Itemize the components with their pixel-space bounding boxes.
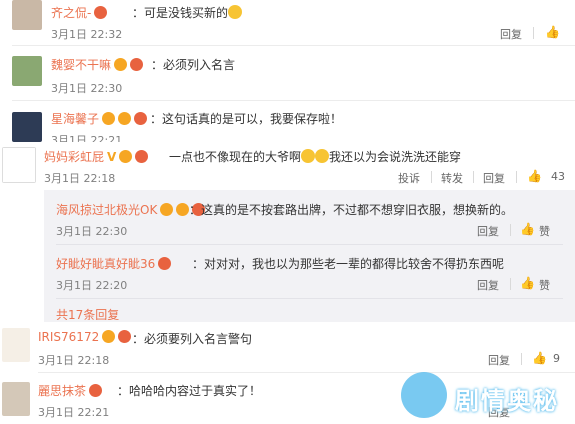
badge-icon [118, 112, 132, 125]
badge-icon [114, 58, 128, 71]
laugh-emoji-icon [301, 149, 316, 163]
comment-time: 3月1日 22:18 [38, 354, 110, 367]
comment-author[interactable]: 星海馨子 [51, 110, 148, 127]
badge-icon [102, 330, 116, 343]
badge-icon [134, 112, 148, 125]
like-label[interactable]: 赞 [539, 277, 550, 293]
laugh-emoji-icon [315, 149, 330, 163]
reply-button[interactable]: 回复 [500, 26, 522, 42]
reply-author[interactable]: 海风掠过北极光OK [56, 201, 206, 218]
reply-button[interactable]: 回复 [477, 223, 499, 239]
like-count: 43 [551, 170, 565, 183]
divider [12, 45, 575, 46]
divider [533, 27, 534, 39]
reply-text: ：对对对，我也以为那些老一辈的都得比较舍不得扔东西呢 [192, 257, 505, 271]
forward-button[interactable]: 转发 [441, 170, 463, 186]
reply-list: 海风掠过北极光OK ：这真的是不按套路出牌，不过都不想穿旧衣服，想换新的。 3月… [44, 190, 575, 322]
avatar[interactable] [2, 147, 36, 183]
comment-text: ：哈哈哈内容过于真实了！ [117, 384, 262, 398]
report-button[interactable]: 投诉 [398, 170, 420, 186]
comment-text: ：可是没钱买新的 [132, 4, 243, 21]
badge-icon [160, 203, 174, 216]
avatar[interactable] [12, 112, 42, 142]
comment-text: ：必须要列入名言警句 [132, 332, 253, 346]
comment-time: 3月1日 22:32 [51, 28, 123, 41]
badge-icon [158, 257, 172, 270]
reply-text: ：这真的是不按套路出牌，不过都不想穿旧衣服，想换新的。 [189, 203, 514, 217]
like-icon[interactable]: 👍 [520, 276, 535, 290]
avatar[interactable] [12, 56, 42, 86]
avatar[interactable] [2, 328, 30, 362]
more-replies-link[interactable]: 共17条回复 [56, 306, 119, 320]
like-icon[interactable]: 👍 [545, 25, 560, 39]
verified-icon: V [107, 150, 117, 164]
badge-icon [102, 112, 116, 125]
comment-author[interactable]: 魏婴不干嘛 [51, 56, 144, 73]
reply-button[interactable]: 回复 [488, 352, 510, 368]
badge-icon [89, 384, 103, 397]
divider [521, 353, 522, 365]
comment-text: 一点也不像现在的大爷啊 我还以为会说洗洗还能穿 [169, 149, 462, 164]
like-label[interactable]: 赞 [539, 223, 550, 239]
divider [516, 171, 517, 183]
watermark-logo-icon [401, 372, 447, 418]
laugh-emoji-icon [228, 5, 243, 19]
badge-icon [94, 6, 108, 19]
like-icon[interactable]: 👍 [520, 222, 535, 236]
comment-time: 3月1日 22:18 [44, 172, 116, 185]
comment-time: 3月1日 22:30 [51, 82, 123, 95]
watermark-text: 剧情奥秘 [455, 387, 559, 415]
divider [56, 244, 563, 245]
divider [12, 100, 575, 101]
divider [38, 372, 575, 373]
badge-icon [176, 203, 190, 216]
like-count: 9 [553, 352, 560, 365]
badge-icon [135, 150, 149, 163]
like-icon[interactable]: 👍 [532, 351, 547, 365]
divider [510, 278, 511, 290]
reply-button[interactable]: 回复 [477, 277, 499, 293]
comment-author[interactable]: 妈妈彩虹屁 V [44, 148, 149, 165]
comment-author[interactable]: IRIS76172 [38, 330, 132, 344]
reply-time: 3月1日 22:20 [56, 279, 128, 292]
avatar[interactable] [2, 382, 30, 416]
comment-time: 3月1日 22:21 [51, 134, 123, 142]
divider [510, 224, 511, 236]
badge-icon [118, 330, 132, 343]
reply-button[interactable]: 回复 [483, 170, 505, 186]
comment-text: ：必须列入名言 [151, 58, 236, 72]
reply-time: 3月1日 22:30 [56, 225, 128, 238]
divider [56, 298, 563, 299]
comment-time: 3月1日 22:21 [38, 406, 110, 419]
divider [431, 171, 432, 183]
comment-author[interactable]: 麗思抹茶 [38, 382, 103, 399]
divider [473, 171, 474, 183]
reply-author[interactable]: 好眦好眦真好眦36 [56, 255, 172, 272]
avatar[interactable] [12, 0, 42, 30]
like-icon[interactable]: 👍 [527, 169, 542, 183]
comment-author[interactable]: 齐之侃- [51, 4, 108, 21]
badge-icon [130, 58, 144, 71]
badge-icon [119, 150, 133, 163]
comment-text: ：这句话真的是可以，我要保存啦！ [150, 112, 343, 126]
